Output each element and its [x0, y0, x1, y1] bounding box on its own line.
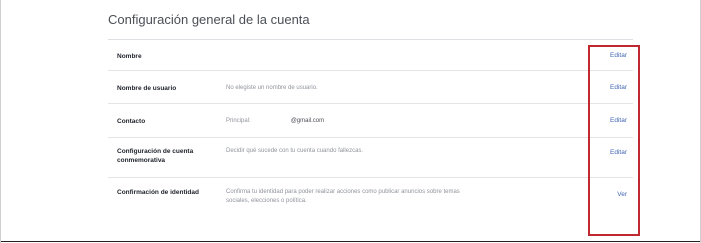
- title-divider: [108, 39, 633, 40]
- highlight-box: [588, 45, 640, 236]
- row-label-contact: Contacto: [117, 118, 146, 125]
- page-title: Configuración general de la cuenta: [108, 12, 310, 27]
- row-value-contact: Principal: @gmail.com: [226, 117, 324, 126]
- row-value-username: No elegiste un nombre de usuario.: [226, 85, 318, 91]
- row-label-identity: Confirmación de identidad: [117, 189, 199, 196]
- settings-row-name[interactable]: Nombre Editar: [108, 46, 633, 66]
- row-value-identity: Confirma tu identidad para poder realiza…: [226, 189, 460, 204]
- row-label-username: Nombre de usuario: [117, 85, 177, 92]
- bottom-divider: [1, 241, 700, 242]
- row-divider: [108, 103, 633, 104]
- row-label-name: Nombre: [117, 53, 142, 60]
- contact-email: @gmail.com: [290, 118, 325, 124]
- settings-row-username[interactable]: Nombre de usuario No elegiste un nombre …: [108, 78, 633, 98]
- settings-page: Configuración general de la cuenta Nombr…: [0, 0, 701, 243]
- row-divider: [108, 70, 633, 71]
- row-divider: [108, 137, 633, 138]
- row-divider: [108, 177, 633, 178]
- settings-row-contact[interactable]: Contacto Principal: @gmail.com Editar: [108, 111, 633, 131]
- row-value-memorial: Decidir qué sucede con tu cuenta cuando …: [226, 148, 364, 154]
- row-label-memorial: Configuración de cuenta conmemorativa: [117, 148, 194, 164]
- settings-row-memorial[interactable]: Configuración de cuenta conmemorativa De…: [108, 143, 633, 171]
- contact-prefix: Principal:: [226, 118, 251, 124]
- settings-row-identity[interactable]: Confirmación de identidad Confirma tu id…: [108, 183, 633, 213]
